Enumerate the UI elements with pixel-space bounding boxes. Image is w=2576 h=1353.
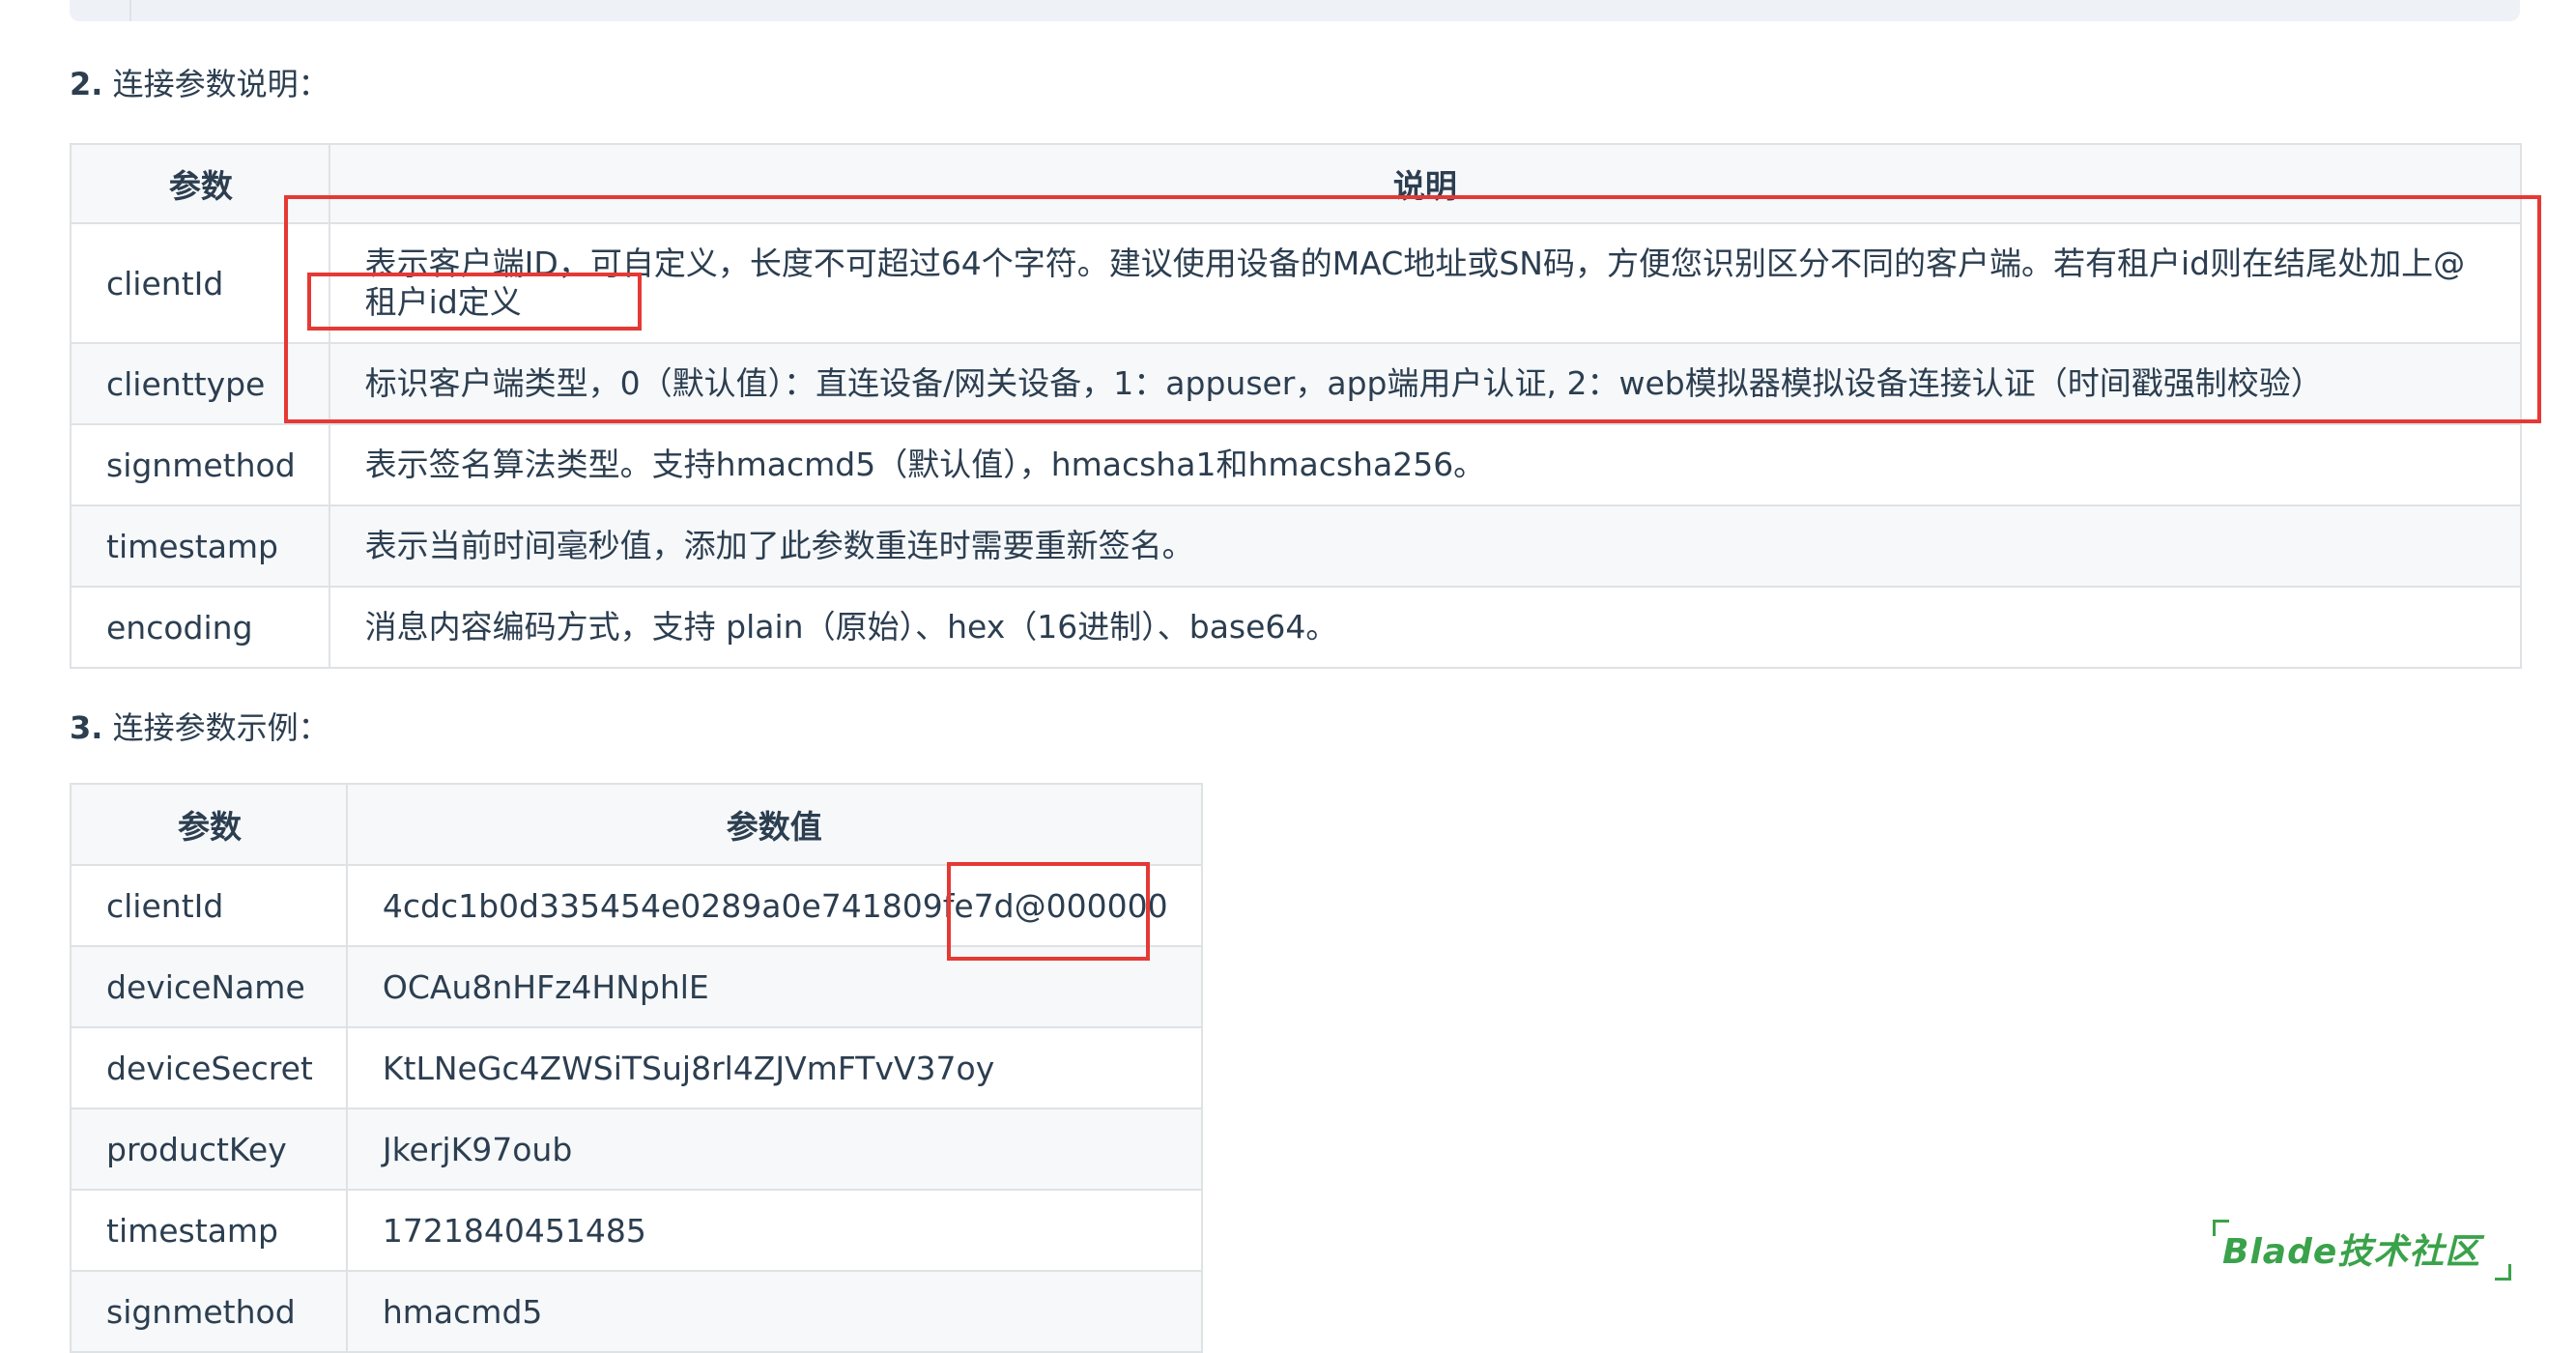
section-2-title: 连接参数说明： [112,66,329,102]
header-value: 参数值 [345,783,1203,866]
value-cell: KtLNeGc4ZWSiTSuj8rl4ZJVmFTvV37oy [345,1026,1203,1109]
param-cell: clientId [70,864,348,947]
section-3-number: 3. [70,709,103,746]
param-cell: deviceName [70,945,348,1028]
param-cell: timestamp [70,504,330,588]
param-cell: deviceSecret [70,1026,348,1109]
section-3-heading: 3. 连接参数示例： [70,704,329,748]
previous-code-block [70,0,2520,21]
highlight-box-tenant [307,273,642,331]
watermark-logo: Blade技术社区 [2222,1232,2481,1272]
section-3-title: 连接参数示例： [112,709,329,746]
table-row: encoding 消息内容编码方式，支持 plain（原始）、hex（16进制）… [70,586,2523,669]
table-row: deviceSecret KtLNeGc4ZWSiTSuj8rl4ZJVmFTv… [70,1026,1203,1109]
watermark-bracket-right [2495,1264,2511,1281]
desc-cell: 表示当前时间毫秒值，添加了此参数重连时需要重新签名。 [328,504,2523,588]
param-cell: signmethod [70,423,330,506]
table-header-row: 参数 参数值 [70,783,1203,866]
header-param: 参数 [70,783,348,866]
param-cell: encoding [70,586,330,669]
value-cell: hmacmd5 [345,1270,1203,1353]
table-row: signmethod hmacmd5 [70,1270,1203,1353]
param-cell: productKey [70,1108,348,1191]
section-2-heading: 2. 连接参数说明： [70,60,329,104]
highlight-box-suffix [947,862,1150,961]
desc-cell: 表示签名算法类型。支持hmacmd5（默认值），hmacsha1和hmacsha… [328,423,2523,506]
value-cell: 1721840451485 [345,1189,1203,1272]
table-row: timestamp 1721840451485 [70,1189,1203,1272]
table-row: signmethod 表示签名算法类型。支持hmacmd5（默认值），hmacs… [70,423,2523,506]
value-cell: JkerjK97oub [345,1108,1203,1191]
desc-cell: 消息内容编码方式，支持 plain（原始）、hex（16进制）、base64。 [328,586,2523,669]
table-row: timestamp 表示当前时间毫秒值，添加了此参数重连时需要重新签名。 [70,504,2523,588]
table-row: productKey JkerjK97oub [70,1108,1203,1191]
section-2-number: 2. [70,66,103,102]
param-cell: timestamp [70,1189,348,1272]
param-cell: signmethod [70,1270,348,1353]
